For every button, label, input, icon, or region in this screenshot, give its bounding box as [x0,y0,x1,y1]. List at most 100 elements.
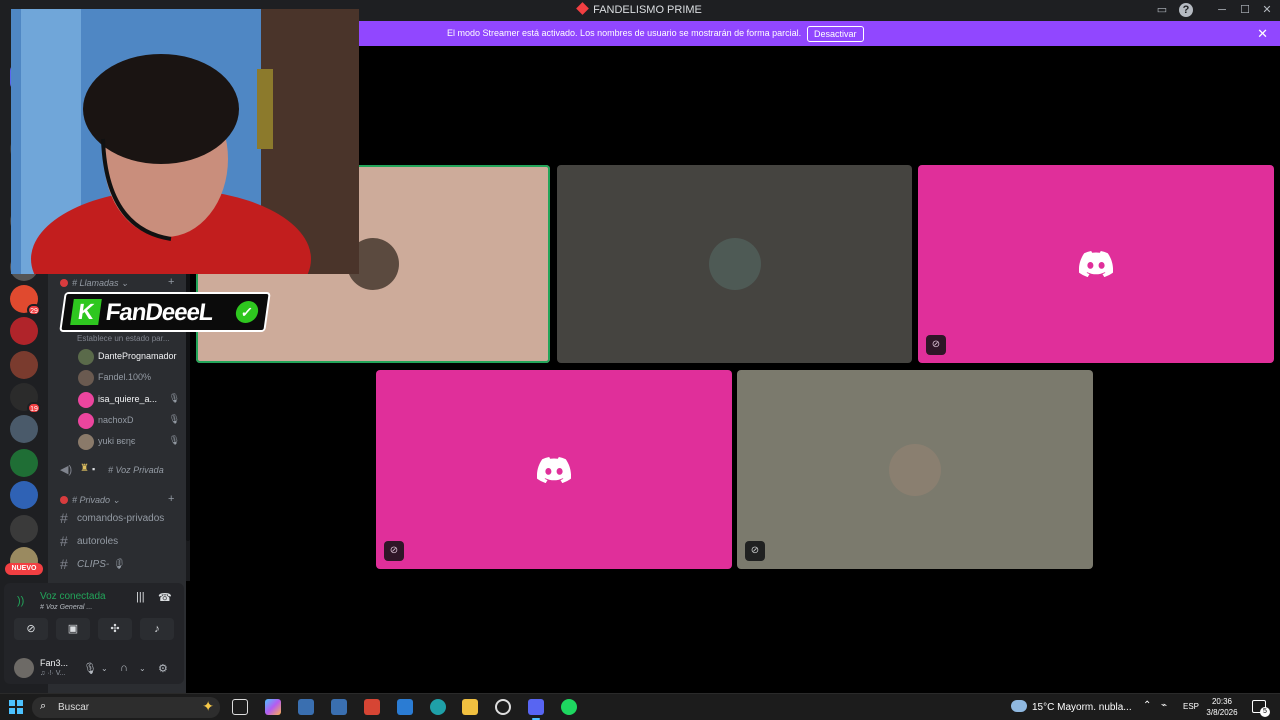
verified-check-icon: ✓ [234,301,260,323]
signal-icon[interactable]: )) [17,595,24,607]
taskbar-search[interactable]: ⌕ Buscar ✦ [32,697,220,718]
disable-streamer-mode-button[interactable]: Desactivar [807,26,864,42]
maximize-button[interactable]: ☐ [1238,3,1252,17]
app-icon[interactable] [298,699,314,715]
mic-muted-icon: ⊘ [745,541,765,561]
voice-user-name: nachoxD [98,415,134,425]
notification-icon[interactable]: 5 [1252,700,1270,717]
close-banner-icon[interactable]: ✕ [1257,26,1268,42]
mic-muted-icon: ⊘ [384,541,404,561]
voice-connected-label[interactable]: Voz conectada [40,591,106,602]
user-avatar[interactable] [14,658,34,678]
voice-user[interactable]: yuki вєηє 🎙 [78,433,182,451]
tile-user-3[interactable]: ⊘ [918,165,1274,363]
search-placeholder: Buscar [58,702,90,713]
minimize-button[interactable]: ─ [1215,3,1229,17]
voice-user-name: isa_quiere_a... [98,394,158,404]
tile-user-5[interactable]: ⊘ [737,370,1093,569]
chevron-down-icon[interactable]: ⌄ [101,664,108,673]
obs-icon[interactable] [495,699,511,715]
voice-user[interactable]: nachoxD 🎙 [78,412,182,430]
activities-button[interactable]: ✣ [98,618,132,640]
server-icon[interactable]: 29 [10,285,41,316]
spotify-icon[interactable] [561,699,577,715]
server-icon[interactable] [10,351,38,379]
status-hint[interactable]: Establece un estado par... [77,334,170,343]
settings-gear-icon[interactable]: ⚙ [158,662,168,675]
search-highlight-icon: ✦ [202,698,214,714]
add-channel-icon[interactable]: + [168,493,174,505]
help-icon[interactable]: ? [1179,3,1193,17]
voice-user[interactable]: isa_quiere_a... 🎙 [78,391,182,409]
brand-k-logo: K [70,299,102,325]
app-icon[interactable] [364,699,380,715]
language-indicator[interactable]: ESP [1183,702,1199,711]
server-icon[interactable] [10,481,38,509]
voice-channel-name[interactable]: # Voz General ... [40,604,92,611]
server-icon[interactable] [10,515,38,543]
camera-off-button[interactable]: ⊘ [14,618,48,640]
close-window-button[interactable]: ✕ [1260,3,1274,17]
lock-icon: ♜ [80,463,89,474]
noise-suppression-icon[interactable]: ||| [136,591,145,603]
network-icon[interactable]: ⌁ [1161,700,1167,711]
tile-user-2[interactable] [557,165,912,363]
category-privado[interactable]: # Privado ⌄ [60,495,120,506]
mic-muted-icon: 🎙 [168,393,180,403]
text-channel[interactable]: # autoroles [58,532,183,552]
server-icon[interactable] [10,449,38,477]
text-channel[interactable]: # CLIPS- 🎙 [58,555,183,575]
category-llamadas-label: # Llamadas [72,278,119,288]
voice-user-name: DantePrognamador [98,351,177,361]
server-icon[interactable]: 19 [10,383,41,414]
weather-text: 15°C Mayorm. nubla... [1032,702,1132,713]
server-icon[interactable] [10,415,38,443]
store-icon[interactable] [397,699,413,715]
mic-muted-icon: ⊘ [926,335,946,355]
chevron-down-icon[interactable]: ⌄ [139,664,146,673]
user-status: ♫ ·!· V... [40,670,66,677]
copilot-icon[interactable] [265,699,281,715]
microphone-icon[interactable]: 🎙 [83,662,97,675]
file-explorer-icon[interactable] [462,699,478,715]
text-channel-label: autoroles [77,536,119,547]
category-llamadas[interactable]: # Llamadas ⌄ [60,278,129,289]
tile-user-4[interactable]: ⊘ [376,370,732,569]
windows-taskbar: ⌕ Buscar ✦ 15°C Mayorm. nubla... ⌃ ⌁ ESP… [0,693,1280,720]
streamer-mode-message: El modo Streamer está activado. Los nomb… [447,28,802,38]
edge-icon[interactable] [430,699,446,715]
clock[interactable]: 20:36 3/8/2026 [1204,696,1240,718]
chat-icon: ▪ [92,464,96,474]
voice-channel-privada[interactable]: ◀) ♜ ▪ # Voz Privada [58,462,183,478]
mic-muted-icon: 🎙 [168,414,180,424]
search-icon: ⌕ [40,700,47,712]
server-icon[interactable] [10,317,38,345]
phone-icon [60,279,68,287]
disconnect-icon[interactable]: ☎ [158,591,172,604]
user-name[interactable]: Fan3... [40,658,68,668]
text-channel-label: comandos-privados [77,513,165,524]
add-channel-icon[interactable]: + [168,276,174,288]
task-view-icon[interactable] [232,699,248,715]
voice-panel: )) Voz conectada # Voz General ... ||| ☎… [4,583,184,684]
inbox-icon[interactable]: ▭ [1155,3,1169,17]
app-icon[interactable] [331,699,347,715]
headphones-icon[interactable]: ∩ [120,662,128,674]
discord-taskbar-icon[interactable] [528,699,544,720]
voice-user[interactable]: DantePrognamador [78,348,182,366]
user-avatar [78,392,94,408]
screen-share-button[interactable]: ▣ [56,618,90,640]
webcam-overlay [11,9,359,274]
participant-avatar [889,443,941,496]
weather-widget[interactable]: 15°C Mayorm. nubla... [1011,700,1132,713]
text-channel[interactable]: # comandos-privados [58,509,183,529]
user-avatar [78,434,94,450]
voice-user[interactable]: Fandel.100% [78,369,182,387]
user-avatar [78,413,94,429]
chevron-up-icon[interactable]: ⌃ [1143,700,1151,711]
start-button[interactable] [9,700,23,714]
soundboard-button[interactable]: ♪ [140,618,174,640]
category-privado-label: # Privado [72,495,111,505]
new-badge: NUEVO [5,563,43,575]
window-title-text: FANDELISMO PRIME [593,4,702,16]
